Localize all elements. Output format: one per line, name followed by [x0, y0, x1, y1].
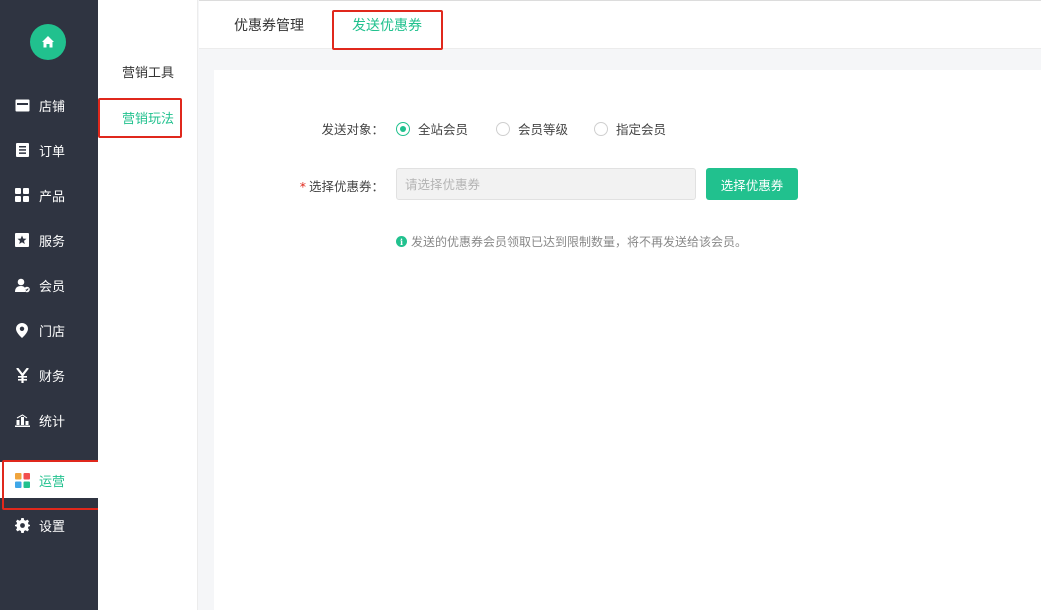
submenu-item-label: 营销工具 — [121, 65, 174, 81]
location-pin-icon — [14, 322, 30, 338]
sidebar-item-label: 产品 — [39, 189, 66, 205]
sidebar-item-label: 运营 — [39, 474, 66, 490]
home-icon — [42, 36, 54, 48]
yen-icon — [14, 367, 30, 383]
radio-circle — [594, 121, 608, 136]
radio-circle — [396, 121, 410, 136]
send-coupon-panel: 发送对象： 全站会员 会员等级 指定会员 *选择优惠券： 选择优惠券 i 发送的… — [214, 70, 1041, 610]
sidebar-item-label: 会员 — [39, 279, 66, 295]
tab-send-coupon[interactable]: 发送优惠券 — [352, 1, 422, 49]
bar-chart-icon — [14, 412, 30, 428]
sidebar-item-stores[interactable]: 门店 — [0, 312, 98, 348]
member-icon — [14, 277, 30, 293]
target-label: 发送对象： — [321, 122, 384, 137]
coupon-label: 选择优惠券： — [308, 179, 384, 194]
service-icon — [14, 232, 30, 248]
gear-icon — [14, 517, 30, 533]
select-coupon-button[interactable]: 选择优惠券 — [706, 168, 798, 200]
required-mark: * — [299, 179, 306, 194]
sidebar-item-label: 统计 — [39, 414, 66, 430]
apps-icon — [14, 472, 30, 488]
sidebar-item-label: 门店 — [39, 324, 66, 340]
grid-icon — [14, 187, 30, 203]
sidebar-item-label: 订单 — [39, 144, 66, 160]
tab-coupon-management[interactable]: 优惠券管理 — [234, 1, 304, 49]
submenu-item-marketing-tools[interactable]: 营销工具 — [98, 56, 198, 86]
tab-bar: 优惠券管理 发送优惠券 — [199, 0, 1041, 49]
order-list-icon — [14, 142, 30, 158]
sidebar-item-products[interactable]: 产品 — [0, 177, 98, 213]
info-icon: i — [396, 236, 407, 247]
submenu-item-label: 营销玩法 — [121, 111, 174, 127]
radio-all-members[interactable]: 全站会员 — [396, 119, 468, 138]
home-logo[interactable] — [30, 24, 66, 60]
sidebar-item-label: 服务 — [39, 234, 66, 250]
radio-label: 会员等级 — [518, 122, 569, 137]
sidebar-item-stats[interactable]: 统计 — [0, 402, 98, 438]
tip-text: 发送的优惠券会员领取已达到限制数量，将不再发送给该会员。 — [411, 235, 748, 249]
sidebar-item-members[interactable]: 会员 — [0, 267, 98, 303]
sidebar-item-finance[interactable]: 财务 — [0, 357, 98, 393]
radio-circle — [496, 121, 510, 136]
main-sidebar: 店铺 订单 产品 服务 会员 门店 财务 统计 运营 设置 — [0, 0, 102, 610]
tab-label: 发送优惠券 — [352, 18, 422, 34]
store-icon — [14, 97, 30, 113]
submenu-item-marketing-play[interactable]: 营销玩法 — [98, 102, 198, 132]
coupon-label-row: * 选择优惠券： — [274, 176, 384, 195]
sidebar-item-label: 财务 — [39, 369, 66, 385]
radio-label: 指定会员 — [616, 122, 667, 137]
sidebar-item-orders[interactable]: 订单 — [0, 132, 98, 168]
sidebar-item-label: 店铺 — [39, 99, 66, 115]
sidebar-item-settings[interactable]: 设置 — [0, 507, 98, 543]
sidebar-item-label: 设置 — [39, 519, 66, 535]
secondary-menu: 营销工具 营销玩法 — [98, 0, 198, 610]
radio-member-level[interactable]: 会员等级 — [496, 119, 568, 138]
sidebar-item-service[interactable]: 服务 — [0, 222, 98, 258]
sidebar-item-store[interactable]: 店铺 — [0, 87, 98, 123]
tab-label: 优惠券管理 — [234, 18, 304, 34]
coupon-input[interactable] — [396, 168, 696, 200]
radio-label: 全站会员 — [418, 122, 469, 137]
sidebar-item-operations[interactable]: 运营 — [0, 460, 102, 510]
tip-message: i 发送的优惠券会员领取已达到限制数量，将不再发送给该会员。 — [396, 233, 747, 250]
radio-specified-member[interactable]: 指定会员 — [594, 119, 666, 138]
